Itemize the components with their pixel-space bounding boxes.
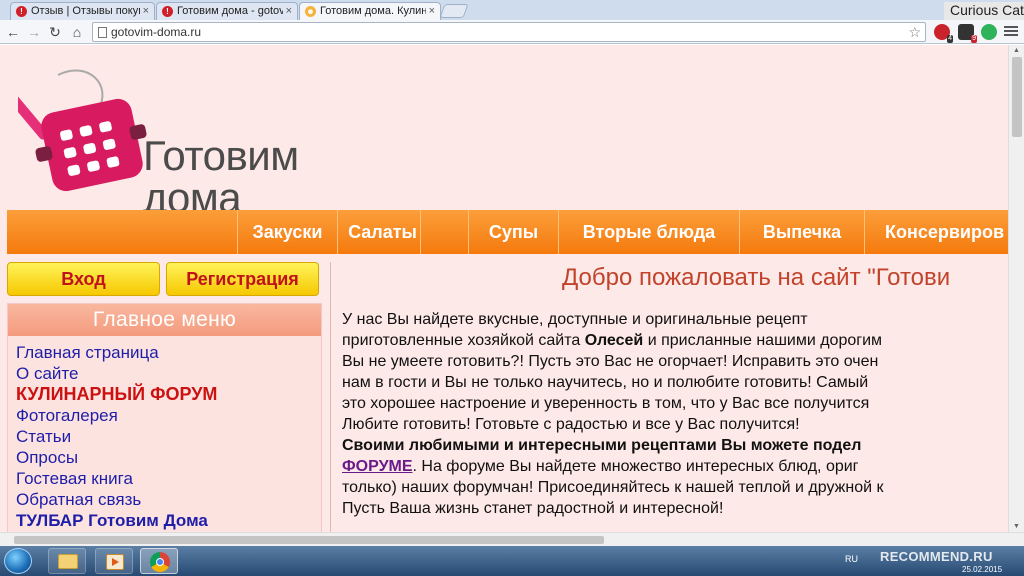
vertical-scrollbar[interactable]: ▲ ▼ xyxy=(1008,45,1024,532)
url-text: gotovim-doma.ru xyxy=(111,25,202,39)
close-icon[interactable]: × xyxy=(286,3,292,19)
tab-label: Готовим дома - gotovim xyxy=(177,5,283,17)
extension-green-icon[interactable] xyxy=(981,24,997,40)
text-line: нам в гости и Вы не только научитесь, но… xyxy=(342,374,869,391)
tab-label: Отзыв | Отзывы покупате xyxy=(31,5,140,17)
menu-list: Главная страница О сайте КУЛИНАРНЫЙ ФОРУ… xyxy=(8,336,321,531)
forward-arrow-icon[interactable]: → xyxy=(25,23,43,41)
tab-strip: ! Отзыв | Отзывы покупате × ! Готовим до… xyxy=(0,0,1024,20)
badge-count: 4 xyxy=(947,35,953,43)
taskbar: RU RECOMMEND.RU 25.02.2015 xyxy=(0,546,1024,576)
menu-link-about[interactable]: О сайте xyxy=(16,363,321,384)
tab-otzyv[interactable]: ! Отзыв | Отзывы покупате × xyxy=(10,2,155,20)
menu-link-feedback[interactable]: Обратная связь xyxy=(16,489,321,510)
otzovik-icon: ! xyxy=(16,6,27,17)
menu-link-home[interactable]: Главная страница xyxy=(16,342,321,363)
text-span: приготовленные хозяйкой сайта xyxy=(342,332,585,349)
food-icon: ☻ xyxy=(305,6,316,17)
close-icon[interactable]: × xyxy=(143,3,149,19)
star-icon[interactable]: ☆ xyxy=(908,23,921,41)
site-logo[interactable]: Готовим дома xyxy=(5,65,328,219)
watermark: RECOMMEND.RU xyxy=(880,549,993,564)
extension-red-icon[interactable]: 4 xyxy=(934,24,953,43)
nav-separator xyxy=(420,210,461,254)
tab-gotovim-search[interactable]: ! Готовим дома - gotovim × xyxy=(156,2,298,20)
otzovik-icon: ! xyxy=(162,6,173,17)
nav-salaty[interactable]: Салаты xyxy=(337,210,427,254)
welcome-heading: Добро пожаловать на сайт "Готови xyxy=(562,264,951,291)
text-line: ФОРУМЕ. На форуме Вы найдете множество и… xyxy=(342,456,1008,477)
text-span: . На форуме Вы найдете множество интерес… xyxy=(412,458,859,475)
tab-gotovim-active[interactable]: ☻ Готовим дома. Кулинарн × xyxy=(299,2,441,20)
media-player-icon[interactable] xyxy=(95,548,133,574)
text-line: У нас Вы найдете вкусные, доступные и ор… xyxy=(342,311,808,328)
register-button[interactable]: Регистрация xyxy=(166,262,319,296)
scroll-up-icon[interactable]: ▲ xyxy=(1013,47,1020,54)
menu-title: Главное меню xyxy=(8,304,321,336)
logo-line-1: Готовим xyxy=(143,132,299,179)
nav-vtorye-blyuda[interactable]: Вторые блюда xyxy=(558,210,739,254)
menu-link-articles[interactable]: Статьи xyxy=(16,426,321,447)
chrome-menu-icon[interactable] xyxy=(1004,24,1018,40)
menu-link-forum[interactable]: КУЛИНАРНЫЙ ФОРУМ xyxy=(16,384,321,405)
column-divider xyxy=(330,262,331,532)
browser-toolbar: ← → ↻ ⌂ gotovim-doma.ru ☆ 4 9 xyxy=(0,20,1024,44)
text-line: это хорошее настроение и уверенность в т… xyxy=(342,395,870,412)
pot-logo-icon xyxy=(5,69,147,192)
close-icon[interactable]: × xyxy=(429,3,435,19)
profile-name[interactable]: Curious Cat xyxy=(944,2,1024,20)
extension-dark-icon[interactable]: 9 xyxy=(958,24,977,43)
web-page: Готовим дома Закуски Салаты Супы Вторые … xyxy=(0,45,1008,532)
start-button-icon[interactable] xyxy=(4,548,32,574)
horizontal-scrollbar[interactable] xyxy=(0,532,1024,546)
text-span: и присланные нашими дорогим xyxy=(643,332,883,349)
explorer-icon[interactable] xyxy=(48,548,86,574)
logo-text: Готовим дома xyxy=(143,135,299,219)
forum-link[interactable]: ФОРУМЕ xyxy=(342,458,413,475)
nav-vypechka[interactable]: Выпечка xyxy=(739,210,864,254)
text-line-bold: Своими любимыми и интересными рецептами … xyxy=(342,437,862,454)
text-line: приготовленные хозяйкой сайта Олесей и п… xyxy=(342,330,1008,351)
address-bar[interactable]: gotovim-doma.ru ☆ xyxy=(92,22,926,42)
scroll-down-icon[interactable]: ▼ xyxy=(1013,523,1020,530)
home-icon[interactable]: ⌂ xyxy=(68,23,86,41)
nav-zakuski[interactable]: Закуски xyxy=(237,210,337,254)
text-line: только) наших форумчан! Присоединяйтесь … xyxy=(342,479,884,496)
language-indicator[interactable]: RU xyxy=(845,554,858,564)
text-line: Пусть Ваша жизнь станет радостной и инте… xyxy=(342,500,724,517)
scroll-thumb[interactable] xyxy=(14,536,604,544)
page-icon xyxy=(98,27,107,38)
new-tab-button[interactable] xyxy=(439,4,469,18)
menu-link-guestbook[interactable]: Гостевая книга xyxy=(16,468,321,489)
nav-konservirovanie[interactable]: Консервиров xyxy=(864,210,1008,254)
scroll-thumb[interactable] xyxy=(1012,57,1022,137)
nav-supy[interactable]: Супы xyxy=(468,210,558,254)
back-arrow-icon[interactable]: ← xyxy=(4,23,22,41)
clock-date[interactable]: 25.02.2015 xyxy=(962,565,1002,574)
badge-count: 9 xyxy=(971,35,977,43)
welcome-text: У нас Вы найдете вкусные, доступные и ор… xyxy=(342,309,1008,519)
menu-link-toolbar[interactable]: ТУЛБАР Готовим Дома xyxy=(16,510,321,531)
login-button[interactable]: Вход xyxy=(7,262,160,296)
tab-label: Готовим дома. Кулинарн xyxy=(320,5,426,17)
menu-link-gallery[interactable]: Фотогалерея xyxy=(16,405,321,426)
main-menu: Главное меню Главная страница О сайте КУ… xyxy=(7,303,322,532)
reload-icon[interactable]: ↻ xyxy=(46,23,64,41)
main-nav: Закуски Салаты Супы Вторые блюда Выпечка… xyxy=(7,210,1008,254)
text-line: Вы не умеете готовить?! Пусть это Вас не… xyxy=(342,353,879,370)
text-line: Любите готовить! Готовьте с радостью и в… xyxy=(342,416,800,433)
chrome-icon[interactable] xyxy=(140,548,178,574)
author-name: Олесей xyxy=(584,332,644,349)
menu-link-polls[interactable]: Опросы xyxy=(16,447,321,468)
